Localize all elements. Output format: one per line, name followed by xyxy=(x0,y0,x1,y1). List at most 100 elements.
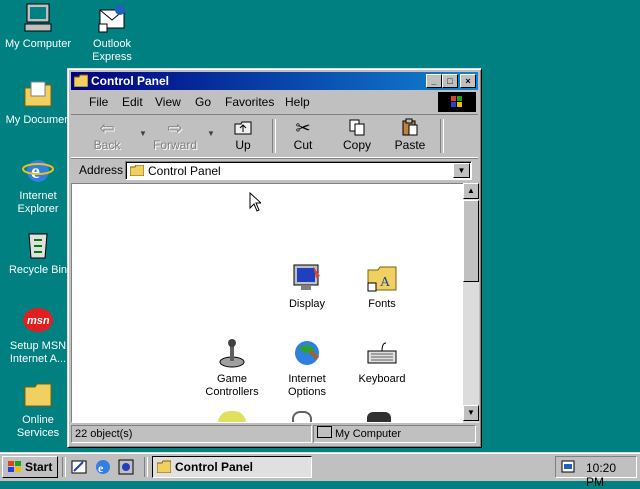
control-panel-item[interactable]: Internet Options xyxy=(272,337,342,399)
desktop-icon-label: Outlook Express xyxy=(92,38,132,63)
zone-label: My Computer xyxy=(335,428,402,440)
windows-logo-icon xyxy=(7,460,23,477)
menu-bar: File Edit View Go Favorites Help xyxy=(71,92,478,112)
menu-favorites[interactable]: Favorites xyxy=(225,95,274,109)
cut-button[interactable]: ✂ Cut xyxy=(281,118,325,154)
outlook-express-icon xyxy=(96,2,128,34)
window-title: Control Panel xyxy=(91,74,170,88)
desktop-icon-label: Internet Explorer xyxy=(17,190,59,215)
internet-explorer-icon[interactable]: e xyxy=(94,458,112,476)
recycle-bin-icon xyxy=(22,228,54,260)
clipboard-icon xyxy=(388,118,432,138)
back-arrow-icon: ⇦ xyxy=(99,118,115,138)
control-panel-icon xyxy=(156,460,172,476)
copy-icon xyxy=(335,118,379,138)
display-icon xyxy=(291,262,323,294)
start-button[interactable]: Start xyxy=(2,456,58,478)
cut-label: Cut xyxy=(293,138,313,152)
control-panel-item[interactable]: A Fonts xyxy=(347,262,417,311)
address-label: Address xyxy=(79,163,124,177)
scroll-thumb[interactable] xyxy=(463,200,479,282)
keyboard-icon xyxy=(366,337,398,369)
channels-icon[interactable] xyxy=(117,458,135,476)
menu-help[interactable]: Help xyxy=(285,95,310,109)
desktop-icon-recycle-bin[interactable]: Recycle Bin xyxy=(0,228,76,277)
copy-button[interactable]: Copy xyxy=(335,118,379,154)
documents-folder-icon xyxy=(22,78,54,110)
maximize-button[interactable]: □ xyxy=(442,74,458,88)
status-bar: 22 object(s) My Computer xyxy=(71,424,478,443)
back-dropdown-icon[interactable]: ▼ xyxy=(139,129,147,138)
desktop-icon-outlook-express[interactable]: Outlook Express xyxy=(74,2,150,64)
windows-logo-icon xyxy=(438,92,476,112)
forward-dropdown-icon[interactable]: ▼ xyxy=(207,129,215,138)
minimize-button[interactable]: _ xyxy=(426,74,442,88)
volume-icon[interactable] xyxy=(560,459,578,478)
back-label: Back xyxy=(93,138,121,152)
taskbar: Start e Control Panel 10:20 PM xyxy=(0,452,640,489)
control-panel-window[interactable]: Control Panel _ □ × File Edit View Go Fa… xyxy=(67,68,482,448)
start-label: Start xyxy=(25,460,53,474)
up-label: Up xyxy=(235,138,251,152)
control-panel-icon xyxy=(73,74,89,88)
item-label: Fonts xyxy=(368,298,396,310)
object-count: 22 object(s) xyxy=(71,425,312,443)
back-button[interactable]: ⇦ Back xyxy=(85,118,129,154)
control-panel-item[interactable]: Game Controllers xyxy=(197,337,267,399)
svg-text:msn: msn xyxy=(27,315,50,327)
desktop-icon-setup-msn[interactable]: msn Setup MSN Internet A... xyxy=(0,304,76,366)
folder-icon xyxy=(22,378,54,410)
partial-item-icon xyxy=(292,411,312,422)
menu-file[interactable]: File xyxy=(89,95,108,109)
paste-button[interactable]: Paste xyxy=(388,118,432,154)
menu-go[interactable]: Go xyxy=(195,95,211,109)
scroll-up-button[interactable]: ▲ xyxy=(463,183,479,199)
title-bar[interactable]: Control Panel _ □ × xyxy=(71,72,478,90)
toolbar-separator xyxy=(272,119,276,153)
internet-options-icon xyxy=(291,337,323,369)
address-dropdown-button[interactable]: ▼ xyxy=(453,163,470,178)
close-button[interactable]: × xyxy=(460,74,476,88)
item-label: Display xyxy=(288,298,326,310)
partial-item-icon xyxy=(367,412,391,422)
item-label: Keyboard xyxy=(358,373,406,385)
desktop-icon-label: Recycle Bin xyxy=(8,264,68,276)
msn-icon: msn xyxy=(22,304,54,336)
computer-icon xyxy=(22,2,54,34)
control-panel-item[interactable]: Display xyxy=(272,262,342,311)
menu-edit[interactable]: Edit xyxy=(122,95,143,109)
show-desktop-icon[interactable] xyxy=(70,458,88,476)
fonts-folder-icon: A xyxy=(366,262,398,294)
desktop-icon-online-services[interactable]: Online Services xyxy=(0,378,76,440)
forward-arrow-icon: ⇨ xyxy=(167,118,183,138)
file-view[interactable]: Display A Fonts Game Controllers Interne… xyxy=(71,183,465,423)
toolbar: ⇦ Back ▼ ⇨ Forward ▼ Up ✂ Cut Copy Paste xyxy=(71,114,478,158)
quicklaunch-separator xyxy=(144,457,148,477)
item-label: Internet Options xyxy=(288,373,326,398)
taskbar-button-control-panel[interactable]: Control Panel xyxy=(152,456,312,478)
toolbar-separator xyxy=(440,119,444,153)
svg-text:e: e xyxy=(98,461,104,475)
computer-small-icon xyxy=(317,426,332,438)
vertical-scrollbar[interactable]: ▲ ▼ xyxy=(463,183,479,423)
address-value: Control Panel xyxy=(148,164,221,178)
desktop-icon-my-documents[interactable]: My Documen xyxy=(0,78,76,127)
menu-view[interactable]: View xyxy=(155,95,181,109)
address-field[interactable]: Control Panel ▼ xyxy=(125,161,472,180)
up-folder-icon xyxy=(221,118,265,138)
task-label: Control Panel xyxy=(175,460,254,474)
joystick-icon xyxy=(216,337,248,369)
up-button[interactable]: Up xyxy=(221,118,265,154)
svg-text:A: A xyxy=(380,275,391,290)
control-panel-folder-icon xyxy=(129,164,145,177)
item-label: Game Controllers xyxy=(205,373,259,398)
desktop-icon-internet-explorer[interactable]: e Internet Explorer xyxy=(0,154,76,216)
desktop-icon-my-computer[interactable]: My Computer xyxy=(0,2,76,51)
scroll-down-button[interactable]: ▼ xyxy=(463,405,479,421)
control-panel-item[interactable]: Keyboard xyxy=(347,337,417,386)
mouse-cursor-icon xyxy=(249,191,263,215)
forward-button[interactable]: ⇨ Forward xyxy=(153,118,197,154)
partial-item-icon xyxy=(218,411,246,422)
clock[interactable]: 10:20 PM xyxy=(586,461,636,489)
forward-label: Forward xyxy=(153,138,198,152)
